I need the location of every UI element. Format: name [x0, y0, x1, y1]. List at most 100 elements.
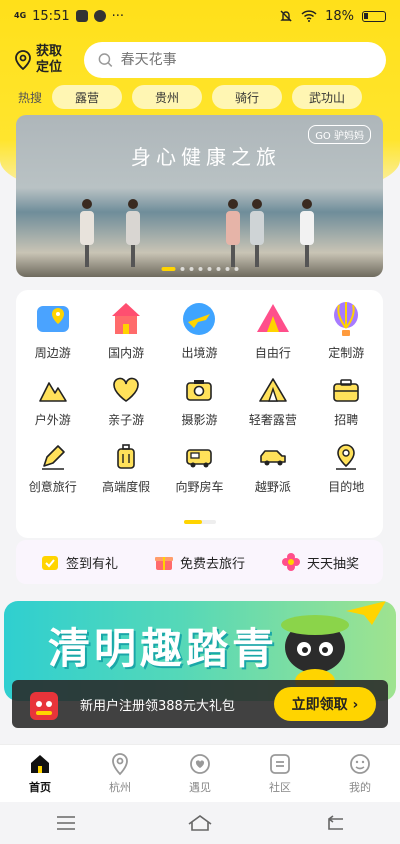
- menu-icon[interactable]: [55, 815, 77, 831]
- location-icon: [331, 442, 361, 472]
- pencil-icon: [38, 442, 68, 472]
- banner-person: [124, 199, 142, 269]
- lottery-button[interactable]: 天天抽奖: [281, 552, 359, 572]
- tab-discover[interactable]: 遇见: [170, 752, 230, 795]
- camping-tent-icon: [258, 375, 288, 405]
- category-card: 周边游 国内游 出境游 自由行 定制游 户外游 亲子游 摄影游 轻奢露营 招聘 …: [16, 290, 383, 538]
- claim-button[interactable]: 立即领取 ›: [274, 687, 376, 721]
- globe-plane-icon: [180, 300, 218, 338]
- suv-icon: [258, 442, 288, 472]
- banner-person: [298, 199, 316, 269]
- hot-search-tag[interactable]: 露营: [52, 85, 123, 109]
- carousel-dots: [161, 267, 238, 271]
- category-item-rv[interactable]: 向野房车: [163, 442, 236, 495]
- heart-icon: [111, 375, 141, 405]
- paper-plane-icon: [346, 601, 386, 625]
- category-grid: 周边游 国内游 出境游 自由行 定制游 户外游 亲子游 摄影游 轻奢露营 招聘 …: [16, 300, 383, 495]
- location-pin-icon: [15, 50, 31, 70]
- banner-person: [224, 199, 242, 269]
- location-icon: [112, 753, 128, 776]
- app-notification-icon: [75, 10, 88, 22]
- category-item-outbound[interactable]: 出境游: [163, 300, 236, 361]
- tent-icon: [254, 300, 292, 338]
- flower-icon: [281, 553, 300, 571]
- search-icon: [98, 53, 113, 67]
- tab-profile[interactable]: 我的: [330, 752, 390, 795]
- category-item-destination[interactable]: 目的地: [310, 442, 383, 495]
- wifi-icon: [301, 10, 317, 22]
- home-nav-icon[interactable]: [187, 814, 213, 832]
- hot-search-row: 热搜 露营 贵州 骑行 武功山: [18, 85, 386, 109]
- location-button[interactable]: 获取定位: [14, 44, 78, 76]
- category-item-family[interactable]: 亲子游: [89, 375, 162, 428]
- category-item-domestic[interactable]: 国内游: [89, 300, 162, 361]
- tab-community[interactable]: 社区: [250, 752, 310, 795]
- battery-icon: [362, 10, 386, 22]
- network-icon: 4G: [14, 11, 27, 20]
- hot-search-tag[interactable]: 贵州: [132, 85, 203, 109]
- category-item-jobs[interactable]: 招聘: [310, 375, 383, 428]
- tab-hangzhou[interactable]: 杭州: [90, 752, 150, 795]
- map-pin-icon: [34, 300, 72, 338]
- category-item-luxury[interactable]: 高端度假: [89, 442, 162, 495]
- hot-search-label: 热搜: [18, 90, 43, 105]
- discover-icon: [190, 754, 210, 774]
- category-pager: [183, 520, 216, 524]
- status-bar: 4G 15:51 ··· 18%: [0, 0, 400, 32]
- carousel-dot[interactable]: [189, 267, 193, 271]
- category-item-free-travel[interactable]: 自由行: [236, 300, 309, 361]
- hot-air-balloon-icon: [327, 300, 365, 338]
- community-icon: [270, 754, 290, 774]
- promo-banner[interactable]: 身心健康之旅 GO 驴妈妈: [16, 115, 383, 277]
- category-item-outdoor[interactable]: 户外游: [16, 375, 89, 428]
- gift-mascot-icon: [30, 692, 58, 720]
- banner-person: [248, 199, 266, 269]
- free-trip-button[interactable]: 免费去旅行: [154, 552, 245, 572]
- carousel-dot[interactable]: [234, 267, 238, 271]
- rv-icon: [184, 442, 214, 472]
- back-icon[interactable]: [323, 815, 345, 831]
- carousel-dot[interactable]: [180, 267, 184, 271]
- checkin-button[interactable]: 签到有礼: [40, 552, 118, 572]
- mute-icon: [280, 10, 292, 22]
- carousel-dot[interactable]: [207, 267, 211, 271]
- camera-icon: [184, 375, 214, 405]
- status-time: 15:51: [32, 8, 70, 24]
- search-bar[interactable]: [84, 42, 386, 78]
- more-icon: ···: [111, 8, 125, 24]
- category-item-photography[interactable]: 摄影游: [163, 375, 236, 428]
- app-notification-icon: [93, 10, 106, 22]
- carousel-dot[interactable]: [225, 267, 229, 271]
- popup-text: 新用户注册领388元大礼包: [80, 698, 235, 714]
- home-icon: [31, 755, 49, 773]
- hot-search-tag[interactable]: 骑行: [212, 85, 283, 109]
- category-item-offroad[interactable]: 越野派: [236, 442, 309, 495]
- mountain-icon: [38, 375, 68, 405]
- system-nav-bar: [0, 802, 400, 844]
- promo-title: 清明趣踏青: [48, 624, 279, 673]
- luggage-icon: [111, 442, 141, 472]
- category-item-creative[interactable]: 创意旅行: [16, 442, 89, 495]
- category-item-custom[interactable]: 定制游: [310, 300, 383, 361]
- brand-logo: GO 驴妈妈: [308, 125, 371, 144]
- castle-icon: [107, 300, 145, 338]
- carousel-dot[interactable]: [161, 267, 175, 271]
- calendar-check-icon: [41, 556, 58, 570]
- search-input[interactable]: [120, 52, 372, 68]
- bottom-tab-bar: 首页 杭州 遇见 社区 我的: [0, 744, 400, 802]
- category-item-nearby[interactable]: 周边游: [16, 300, 89, 361]
- carousel-dot[interactable]: [216, 267, 220, 271]
- header: 获取定位: [14, 40, 386, 80]
- hot-search-tag[interactable]: 武功山: [292, 85, 363, 109]
- tab-home[interactable]: 首页: [10, 752, 70, 795]
- banner-person: [78, 199, 96, 269]
- quick-actions-bar: 签到有礼 免费去旅行 天天抽奖: [16, 540, 383, 584]
- location-label: 获取定位: [36, 44, 63, 75]
- category-item-glamping[interactable]: 轻奢露营: [236, 375, 309, 428]
- banner-slogan: 身心健康之旅: [131, 145, 281, 169]
- new-user-popup: 新用户注册领388元大礼包 立即领取 ›: [12, 680, 388, 728]
- battery-percent: 18%: [325, 8, 354, 24]
- briefcase-icon: [331, 375, 361, 405]
- carousel-dot[interactable]: [198, 267, 202, 271]
- profile-icon: [350, 754, 370, 774]
